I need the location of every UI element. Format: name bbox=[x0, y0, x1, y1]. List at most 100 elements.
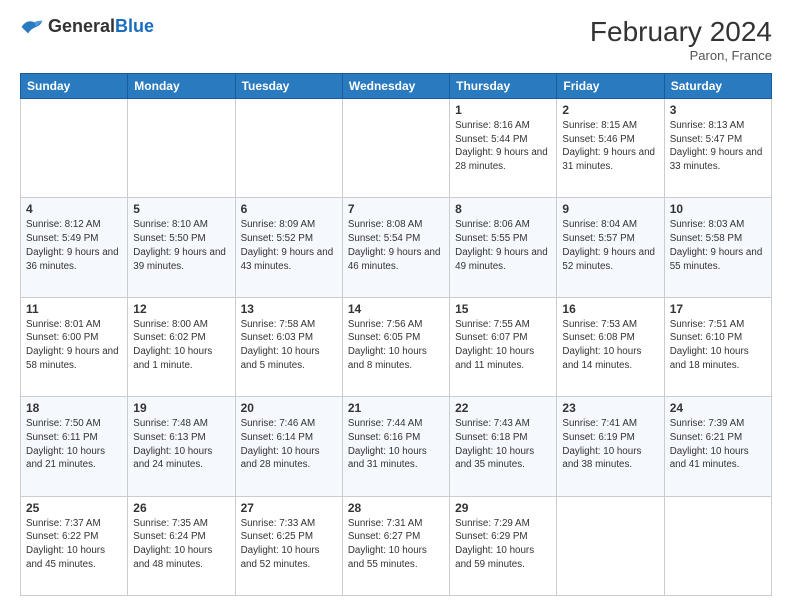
day-info: Sunrise: 8:09 AMSunset: 5:52 PMDaylight:… bbox=[241, 218, 337, 273]
calendar-cell: 28 Sunrise: 7:31 AMSunset: 6:27 PMDayligh… bbox=[342, 496, 449, 595]
day-number: 13 bbox=[241, 302, 337, 316]
day-info: Sunrise: 7:41 AMSunset: 6:19 PMDaylight:… bbox=[562, 417, 658, 472]
calendar-cell: 12 Sunrise: 8:00 AMSunset: 6:02 PMDayligh… bbox=[128, 297, 235, 396]
day-number: 27 bbox=[241, 501, 337, 515]
calendar-cell: 23 Sunrise: 7:41 AMSunset: 6:19 PMDayligh… bbox=[557, 397, 664, 496]
calendar-cell: 11Sunrise: 8:01 AMSunset: 6:00 PMDayligh… bbox=[21, 297, 128, 396]
day-number: 25 bbox=[26, 501, 122, 515]
week-row-5: 25 Sunrise: 7:37 AMSunset: 6:22 PMDayligh… bbox=[21, 496, 772, 595]
day-number: 16 bbox=[562, 302, 658, 316]
day-info: Sunrise: 8:00 AMSunset: 6:02 PMDaylight:… bbox=[133, 318, 229, 373]
day-number: 6 bbox=[241, 202, 337, 216]
calendar-cell: 4 Sunrise: 8:12 AMSunset: 5:49 PMDaylight… bbox=[21, 198, 128, 297]
calendar-cell: 14Sunrise: 7:56 AMSunset: 6:05 PMDayligh… bbox=[342, 297, 449, 396]
day-info: Sunrise: 7:56 AMSunset: 6:05 PMDaylight:… bbox=[348, 318, 444, 373]
calendar-cell: 24 Sunrise: 7:39 AMSunset: 6:21 PMDayligh… bbox=[664, 397, 771, 496]
col-wednesday: Wednesday bbox=[342, 74, 449, 99]
header-right: February 2024 Paron, France bbox=[590, 16, 772, 63]
calendar-cell bbox=[342, 99, 449, 198]
col-friday: Friday bbox=[557, 74, 664, 99]
week-row-2: 4 Sunrise: 8:12 AMSunset: 5:49 PMDaylight… bbox=[21, 198, 772, 297]
calendar-cell: 25 Sunrise: 7:37 AMSunset: 6:22 PMDayligh… bbox=[21, 496, 128, 595]
calendar-cell: 1 Sunrise: 8:16 AMSunset: 5:44 PMDaylight… bbox=[450, 99, 557, 198]
col-tuesday: Tuesday bbox=[235, 74, 342, 99]
day-number: 18 bbox=[26, 401, 122, 415]
day-info: Sunrise: 7:51 AMSunset: 6:10 PMDaylight:… bbox=[670, 318, 766, 373]
col-saturday: Saturday bbox=[664, 74, 771, 99]
day-info: Sunrise: 7:31 AMSunset: 6:27 PMDaylight:… bbox=[348, 517, 444, 572]
day-info: Sunrise: 8:15 AMSunset: 5:46 PMDaylight:… bbox=[562, 119, 658, 174]
calendar-cell: 17 Sunrise: 7:51 AMSunset: 6:10 PMDayligh… bbox=[664, 297, 771, 396]
logo-bird-icon bbox=[20, 17, 44, 37]
week-row-3: 11Sunrise: 8:01 AMSunset: 6:00 PMDayligh… bbox=[21, 297, 772, 396]
day-number: 10 bbox=[670, 202, 766, 216]
calendar-header-row: Sunday Monday Tuesday Wednesday Thursday… bbox=[21, 74, 772, 99]
day-number: 28 bbox=[348, 501, 444, 515]
day-number: 23 bbox=[562, 401, 658, 415]
calendar-cell: 5Sunrise: 8:10 AMSunset: 5:50 PMDaylight… bbox=[128, 198, 235, 297]
day-info: Sunrise: 7:55 AMSunset: 6:07 PMDaylight:… bbox=[455, 318, 551, 373]
day-number: 17 bbox=[670, 302, 766, 316]
calendar-cell: 9Sunrise: 8:04 AMSunset: 5:57 PMDaylight… bbox=[557, 198, 664, 297]
calendar-cell bbox=[664, 496, 771, 595]
day-number: 29 bbox=[455, 501, 551, 515]
day-number: 20 bbox=[241, 401, 337, 415]
calendar-cell bbox=[557, 496, 664, 595]
calendar-cell: 6 Sunrise: 8:09 AMSunset: 5:52 PMDaylight… bbox=[235, 198, 342, 297]
day-info: Sunrise: 8:12 AMSunset: 5:49 PMDaylight:… bbox=[26, 218, 122, 273]
day-info: Sunrise: 7:44 AMSunset: 6:16 PMDaylight:… bbox=[348, 417, 444, 472]
day-number: 22 bbox=[455, 401, 551, 415]
day-info: Sunrise: 7:43 AMSunset: 6:18 PMDaylight:… bbox=[455, 417, 551, 472]
calendar-cell: 10 Sunrise: 8:03 AMSunset: 5:58 PMDayligh… bbox=[664, 198, 771, 297]
day-info: Sunrise: 8:04 AMSunset: 5:57 PMDaylight:… bbox=[562, 218, 658, 273]
calendar-cell: 13Sunrise: 7:58 AMSunset: 6:03 PMDayligh… bbox=[235, 297, 342, 396]
calendar-cell: 16Sunrise: 7:53 AMSunset: 6:08 PMDayligh… bbox=[557, 297, 664, 396]
day-number: 8 bbox=[455, 202, 551, 216]
day-info: Sunrise: 7:37 AMSunset: 6:22 PMDaylight:… bbox=[26, 517, 122, 572]
month-year: February 2024 bbox=[590, 16, 772, 48]
day-number: 12 bbox=[133, 302, 229, 316]
day-number: 11 bbox=[26, 302, 122, 316]
day-info: Sunrise: 7:39 AMSunset: 6:21 PMDaylight:… bbox=[670, 417, 766, 472]
day-info: Sunrise: 8:16 AMSunset: 5:44 PMDaylight:… bbox=[455, 119, 551, 174]
day-info: Sunrise: 8:08 AMSunset: 5:54 PMDaylight:… bbox=[348, 218, 444, 273]
calendar-cell: 27Sunrise: 7:33 AMSunset: 6:25 PMDayligh… bbox=[235, 496, 342, 595]
day-number: 1 bbox=[455, 103, 551, 117]
location: Paron, France bbox=[590, 48, 772, 63]
day-number: 15 bbox=[455, 302, 551, 316]
logo-general: General bbox=[48, 16, 115, 36]
header: GeneralBlue February 2024 Paron, France bbox=[20, 16, 772, 63]
page: GeneralBlue February 2024 Paron, France … bbox=[0, 0, 792, 612]
day-info: Sunrise: 7:50 AMSunset: 6:11 PMDaylight:… bbox=[26, 417, 122, 472]
day-number: 24 bbox=[670, 401, 766, 415]
calendar-cell bbox=[235, 99, 342, 198]
calendar-cell: 2 Sunrise: 8:15 AMSunset: 5:46 PMDaylight… bbox=[557, 99, 664, 198]
calendar: Sunday Monday Tuesday Wednesday Thursday… bbox=[20, 73, 772, 596]
week-row-4: 18 Sunrise: 7:50 AMSunset: 6:11 PMDayligh… bbox=[21, 397, 772, 496]
day-number: 21 bbox=[348, 401, 444, 415]
calendar-cell: 7 Sunrise: 8:08 AMSunset: 5:54 PMDaylight… bbox=[342, 198, 449, 297]
day-number: 26 bbox=[133, 501, 229, 515]
day-info: Sunrise: 8:13 AMSunset: 5:47 PMDaylight:… bbox=[670, 119, 766, 174]
day-info: Sunrise: 7:29 AMSunset: 6:29 PMDaylight:… bbox=[455, 517, 551, 572]
day-info: Sunrise: 8:03 AMSunset: 5:58 PMDaylight:… bbox=[670, 218, 766, 273]
calendar-cell: 22 Sunrise: 7:43 AMSunset: 6:18 PMDayligh… bbox=[450, 397, 557, 496]
day-info: Sunrise: 7:48 AMSunset: 6:13 PMDaylight:… bbox=[133, 417, 229, 472]
logo: GeneralBlue bbox=[20, 16, 154, 37]
day-number: 19 bbox=[133, 401, 229, 415]
calendar-cell: 8 Sunrise: 8:06 AMSunset: 5:55 PMDaylight… bbox=[450, 198, 557, 297]
day-info: Sunrise: 7:46 AMSunset: 6:14 PMDaylight:… bbox=[241, 417, 337, 472]
calendar-cell: 20 Sunrise: 7:46 AMSunset: 6:14 PMDayligh… bbox=[235, 397, 342, 496]
day-number: 7 bbox=[348, 202, 444, 216]
day-number: 3 bbox=[670, 103, 766, 117]
col-thursday: Thursday bbox=[450, 74, 557, 99]
calendar-cell: 29 Sunrise: 7:29 AMSunset: 6:29 PMDayligh… bbox=[450, 496, 557, 595]
day-info: Sunrise: 7:35 AMSunset: 6:24 PMDaylight:… bbox=[133, 517, 229, 572]
calendar-cell: 15 Sunrise: 7:55 AMSunset: 6:07 PMDayligh… bbox=[450, 297, 557, 396]
calendar-cell: 18 Sunrise: 7:50 AMSunset: 6:11 PMDayligh… bbox=[21, 397, 128, 496]
day-number: 4 bbox=[26, 202, 122, 216]
calendar-cell: 19 Sunrise: 7:48 AMSunset: 6:13 PMDayligh… bbox=[128, 397, 235, 496]
calendar-cell bbox=[128, 99, 235, 198]
day-number: 2 bbox=[562, 103, 658, 117]
day-info: Sunrise: 8:06 AMSunset: 5:55 PMDaylight:… bbox=[455, 218, 551, 273]
